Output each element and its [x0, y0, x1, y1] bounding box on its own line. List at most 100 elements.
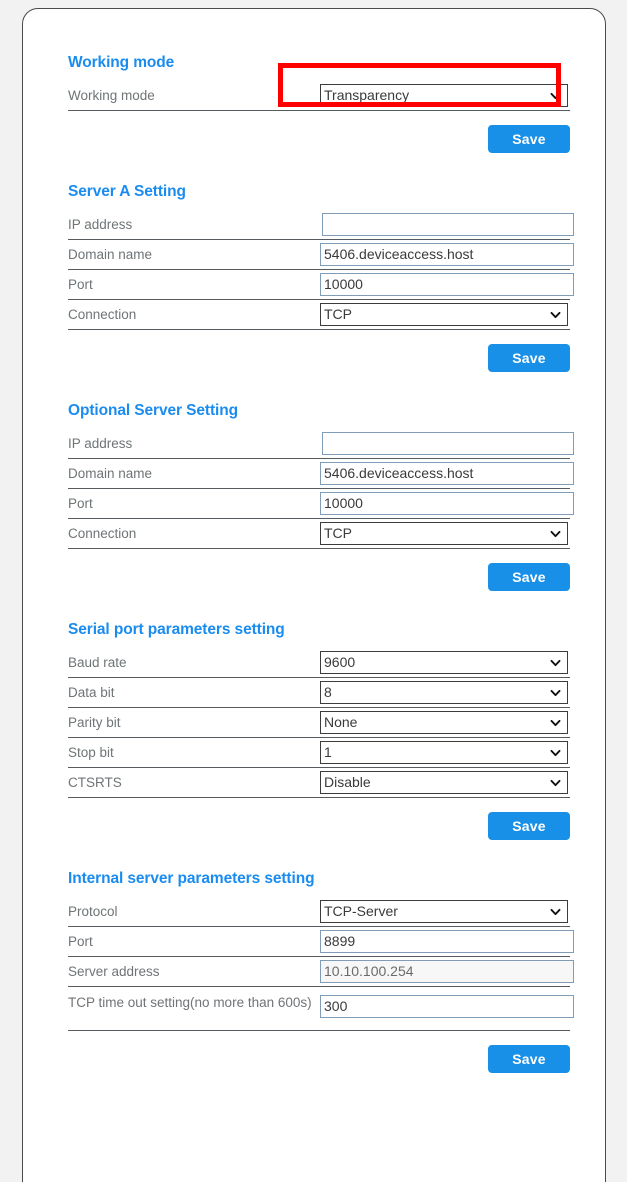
row-field-parity-bit: None — [320, 708, 570, 737]
row-field-stop-bit: 1 — [320, 738, 570, 767]
row-field-ip-address — [320, 210, 574, 239]
settings-content: Working mode Working mode Transparency Save… — [23, 9, 607, 1073]
input-optional-server-ip-address[interactable] — [322, 432, 574, 455]
row-label-domain-name: Domain name — [68, 465, 153, 481]
section-title-working-mode: Working mode — [68, 54, 175, 71]
select-serial-port-ctsrts[interactable]: Disable — [320, 771, 568, 794]
row-label-ip-address: IP address — [68, 435, 133, 451]
select-wrap-working-mode-working-mode: Transparency — [320, 84, 568, 107]
row-field-connection: TCP — [320, 300, 570, 329]
rows-working-mode: Working mode Transparency — [23, 81, 607, 111]
row-server-a-ip-address: IP address — [68, 210, 574, 240]
row-field-baud-rate: 9600 — [320, 648, 570, 677]
rows-internal-server: Protocol TCP-Server Port Server address TCP … — [23, 897, 607, 1031]
row-field-port — [320, 927, 574, 956]
input-server-a-domain-name[interactable] — [320, 243, 574, 266]
row-optional-server-ip-address: IP address — [68, 429, 574, 459]
row-serial-port-stop-bit: Stop bit 1 — [68, 738, 570, 768]
rows-server-a: IP address Domain name Port Connection TCP — [23, 210, 607, 330]
row-label-port: Port — [68, 495, 93, 511]
select-internal-server-protocol[interactable]: TCP-Server — [320, 900, 568, 923]
row-internal-server-protocol: Protocol TCP-Server — [68, 897, 570, 927]
row-label-server-address: Server address — [68, 963, 160, 979]
row-label-protocol: Protocol — [68, 903, 118, 919]
row-field-server-address — [320, 957, 574, 986]
save-button-internal-server[interactable]: Save — [488, 1045, 570, 1073]
row-field-tcp-time-out-setting-no-more-than-600s — [320, 992, 574, 1021]
row-label-stop-bit: Stop bit — [68, 744, 114, 760]
select-serial-port-data-bit[interactable]: 8 — [320, 681, 568, 704]
save-button-serial-port[interactable]: Save — [488, 812, 570, 840]
row-label-connection: Connection — [68, 525, 137, 541]
section-title-server-a: Server A Setting — [68, 183, 186, 200]
row-internal-server-port: Port — [68, 927, 574, 957]
row-serial-port-ctsrts: CTSRTS Disable — [68, 768, 570, 798]
select-wrap-serial-port-baud-rate: 9600 — [320, 651, 568, 674]
row-optional-server-domain-name: Domain name — [68, 459, 574, 489]
row-label-domain-name: Domain name — [68, 246, 153, 262]
row-serial-port-baud-rate: Baud rate 9600 — [68, 648, 570, 678]
save-button-server-a[interactable]: Save — [488, 344, 570, 372]
row-field-protocol: TCP-Server — [320, 897, 570, 926]
select-wrap-serial-port-stop-bit: 1 — [320, 741, 568, 764]
row-server-a-port: Port — [68, 270, 574, 300]
select-serial-port-parity-bit[interactable]: None — [320, 711, 568, 734]
row-optional-server-port: Port — [68, 489, 574, 519]
row-label-baud-rate: Baud rate — [68, 654, 127, 670]
select-wrap-serial-port-ctsrts: Disable — [320, 771, 568, 794]
row-label-ctsrts: CTSRTS — [68, 774, 122, 790]
select-wrap-serial-port-data-bit: 8 — [320, 681, 568, 704]
row-label-tcp-time-out-setting-no-more-than-600s: TCP time out setting(no more than 600s) — [68, 995, 312, 1010]
save-bar-server-a: Save — [23, 344, 570, 372]
input-internal-server-port[interactable] — [320, 930, 574, 953]
input-internal-server-server-address[interactable] — [320, 960, 574, 983]
save-button-optional-server[interactable]: Save — [488, 563, 570, 591]
input-server-a-port[interactable] — [320, 273, 574, 296]
row-label-ip-address: IP address — [68, 216, 133, 232]
input-server-a-ip-address[interactable] — [322, 213, 574, 236]
row-label-connection: Connection — [68, 306, 137, 322]
row-label-data-bit: Data bit — [68, 684, 115, 700]
row-label-parity-bit: Parity bit — [68, 714, 121, 730]
row-field-data-bit: 8 — [320, 678, 570, 707]
select-serial-port-stop-bit[interactable]: 1 — [320, 741, 568, 764]
row-server-a-domain-name: Domain name — [68, 240, 574, 270]
select-wrap-optional-server-connection: TCP — [320, 522, 568, 545]
row-server-a-connection: Connection TCP — [68, 300, 570, 330]
section-title-serial-port: Serial port parameters setting — [68, 621, 285, 638]
select-optional-server-connection[interactable]: TCP — [320, 522, 568, 545]
select-working-mode-working-mode[interactable]: Transparency — [320, 84, 568, 107]
section-server-a: Server A Setting IP address Domain name Por… — [23, 153, 607, 372]
row-optional-server-connection: Connection TCP — [68, 519, 570, 549]
row-internal-server-server-address: Server address — [68, 957, 574, 987]
rows-optional-server: IP address Domain name Port Connection TCP — [23, 429, 607, 549]
settings-panel: Working mode Working mode Transparency Save… — [22, 8, 606, 1182]
row-field-ctsrts: Disable — [320, 768, 570, 797]
select-serial-port-baud-rate[interactable]: 9600 — [320, 651, 568, 674]
save-button-working-mode[interactable]: Save — [488, 125, 570, 153]
save-bar-internal-server: Save — [23, 1045, 570, 1073]
row-field-connection: TCP — [320, 519, 570, 548]
row-label-working-mode: Working mode — [68, 87, 155, 103]
row-label-port: Port — [68, 933, 93, 949]
input-optional-server-port[interactable] — [320, 492, 574, 515]
save-bar-working-mode: Save — [23, 125, 570, 153]
row-field-ip-address — [320, 429, 574, 458]
row-field-port — [320, 489, 574, 518]
input-internal-server-tcp-time-out-setting-no-more-than-600s[interactable] — [320, 995, 574, 1018]
row-working-mode-working-mode: Working mode Transparency — [68, 81, 570, 111]
row-field-domain-name — [320, 459, 574, 488]
select-wrap-internal-server-protocol: TCP-Server — [320, 900, 568, 923]
section-internal-server: Internal server parameters setting Protoc… — [23, 840, 607, 1073]
select-wrap-server-a-connection: TCP — [320, 303, 568, 326]
select-server-a-connection[interactable]: TCP — [320, 303, 568, 326]
row-field-domain-name — [320, 240, 574, 269]
save-bar-optional-server: Save — [23, 563, 570, 591]
page-root: Working mode Working mode Transparency Save… — [0, 0, 627, 1182]
section-serial-port: Serial port parameters setting Baud rate 9… — [23, 591, 607, 840]
section-title-internal-server: Internal server parameters setting — [68, 870, 315, 887]
row-label-port: Port — [68, 276, 93, 292]
section-working-mode: Working mode Working mode Transparency Save — [23, 9, 607, 153]
input-optional-server-domain-name[interactable] — [320, 462, 574, 485]
save-bar-serial-port: Save — [23, 812, 570, 840]
